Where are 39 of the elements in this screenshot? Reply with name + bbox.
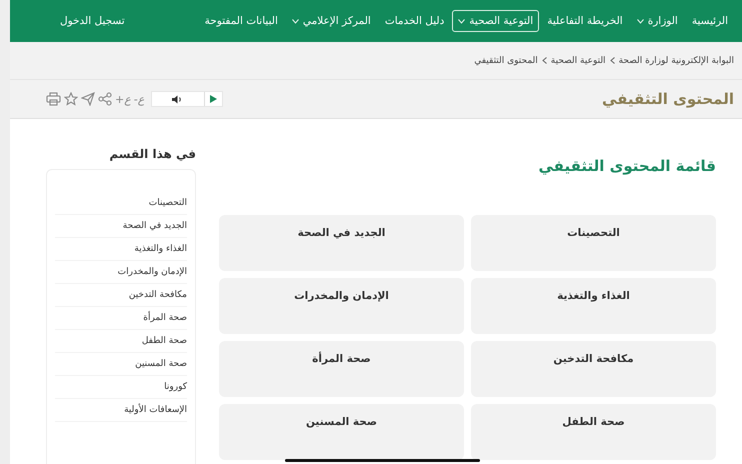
sidebar-link[interactable]: الإدمان والمخدرات [55, 261, 187, 284]
sidebar-heading: في هذا القسم [108, 147, 196, 161]
nav-link[interactable]: دليل الخدمات [378, 10, 450, 32]
sidebar-link[interactable]: التحصينات [55, 192, 187, 215]
login-link[interactable]: تسجيل الدخول [54, 10, 131, 32]
sidebar-link[interactable]: صحة المرأة [55, 307, 187, 330]
sidebar-link[interactable]: مكافحة التدخين [55, 284, 187, 307]
play-icon [210, 95, 218, 103]
category-card[interactable]: الغذاء والتغذية [471, 278, 716, 334]
breadcrumb-link[interactable]: التوعية الصحية [550, 56, 606, 66]
chevron-icon [542, 57, 547, 64]
breadcrumb-link[interactable]: البوابة الإلكترونية لوزارة الصحة [618, 56, 734, 66]
nav-link[interactable]: البيانات المفتوحة [198, 10, 284, 32]
share-icon[interactable] [98, 92, 112, 106]
nav-link[interactable]: الرئيسية [686, 10, 734, 32]
sidebar-link[interactable]: الإسعافات الأولية [55, 399, 187, 422]
category-card[interactable]: مكافحة التدخين [471, 341, 716, 397]
nav-link[interactable]: الوزارة [630, 10, 684, 32]
sidebar-link[interactable]: كورونا [55, 376, 187, 399]
category-card[interactable]: الإدمان والمخدرات [219, 278, 464, 334]
category-card[interactable]: الجديد في الصحة [219, 215, 464, 271]
page-title: المحتوى التثقيفي [602, 90, 734, 108]
nav-link[interactable]: الخريطة التفاعلية [541, 10, 629, 32]
send-icon[interactable] [81, 92, 95, 106]
nav-link[interactable]: التوعية الصحية [452, 10, 540, 32]
star-icon[interactable] [64, 92, 78, 106]
category-card[interactable]: صحة المرأة [219, 341, 464, 397]
category-card[interactable]: صحة المسنين [219, 404, 464, 460]
category-card[interactable]: التحصينات [471, 215, 716, 271]
category-card[interactable]: صحة الطفل [471, 404, 716, 460]
sidebar-link[interactable]: الغذاء والتغذية [55, 238, 187, 261]
nav-link[interactable]: المركز الإعلامي [286, 10, 377, 32]
section-heading: قائمة المحتوى التثقيفي [537, 157, 716, 175]
sidebar-link[interactable]: صحة الطفل [55, 330, 187, 353]
sidebar-link[interactable]: الجديد في الصحة [55, 215, 187, 238]
breadcrumb-link[interactable]: المحتوى التثقيفي [474, 56, 538, 66]
chevron-icon [610, 57, 615, 64]
sidebar-link[interactable]: صحة المسنين [55, 353, 187, 376]
print-icon[interactable] [46, 92, 61, 106]
